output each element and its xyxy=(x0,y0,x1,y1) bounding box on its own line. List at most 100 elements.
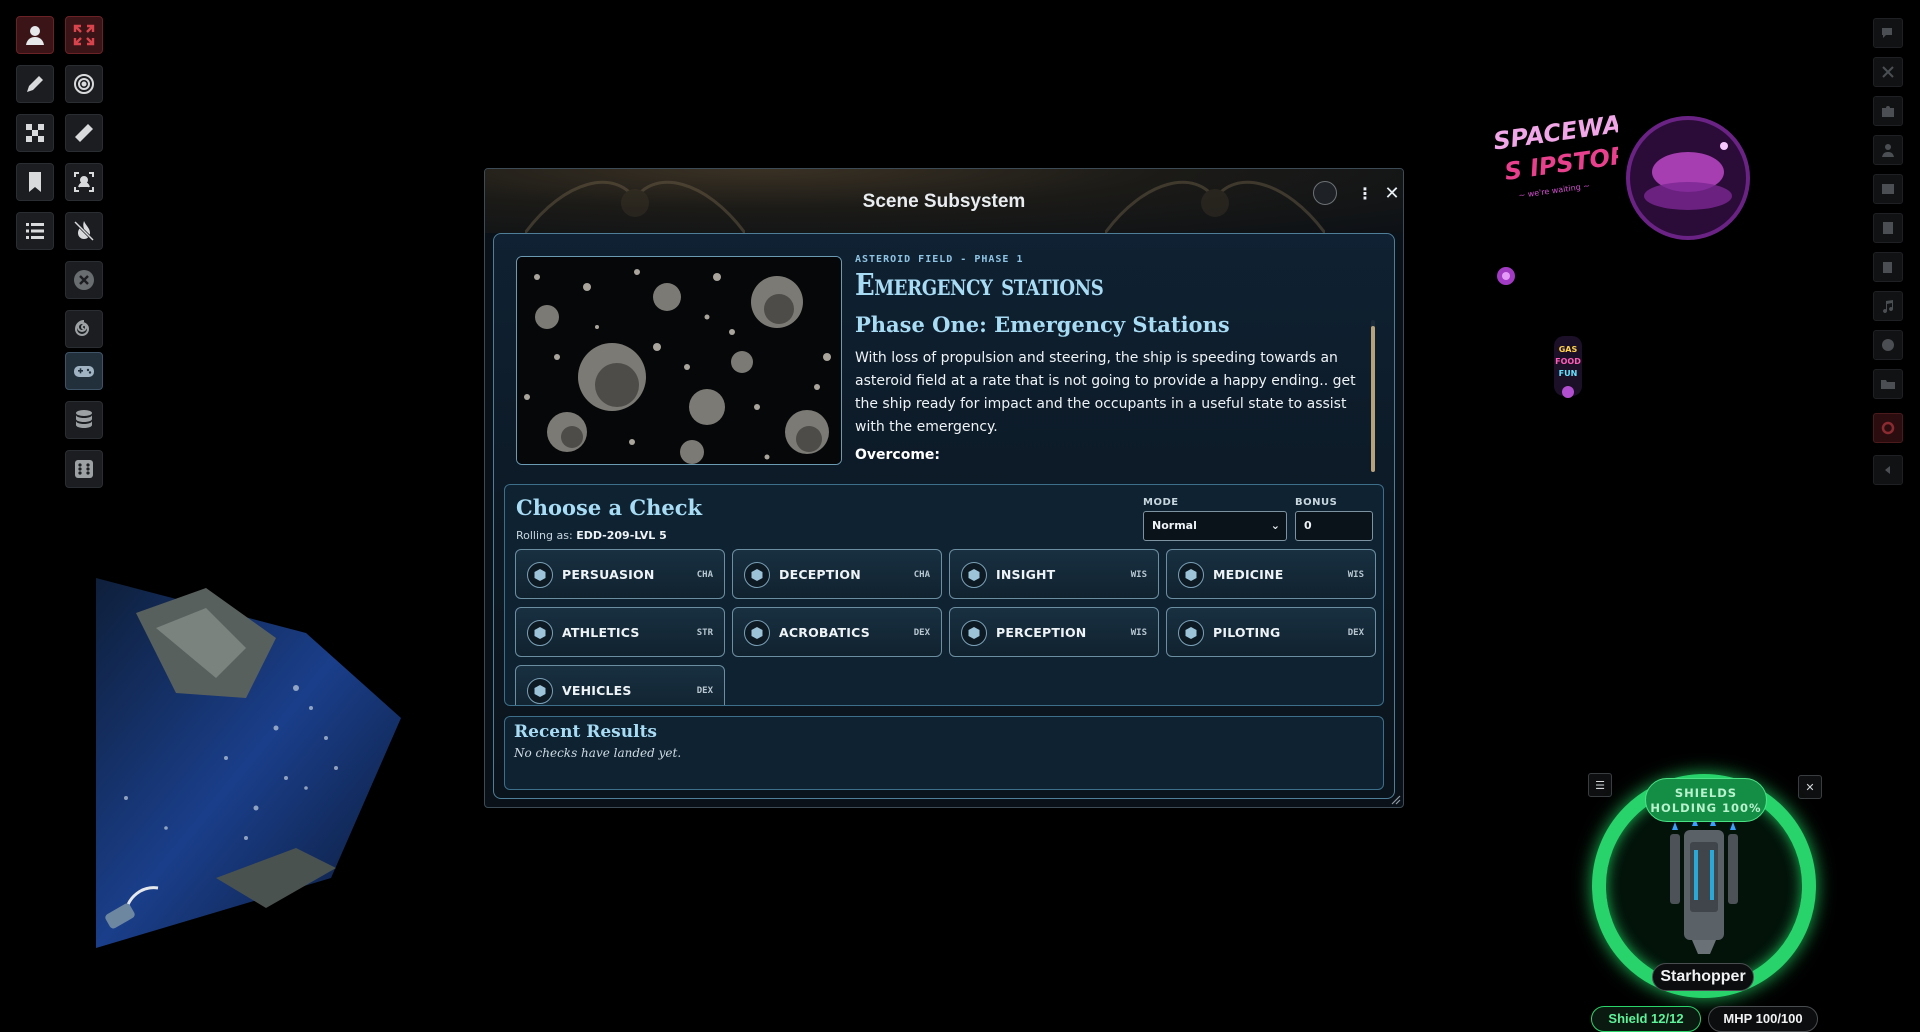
database-tool[interactable] xyxy=(65,401,103,439)
skill-name: INSIGHT xyxy=(996,567,1056,582)
scene-description-area[interactable]: Phase One: Emergency Stations With loss … xyxy=(855,312,1365,472)
dice-tool[interactable] xyxy=(65,450,103,488)
skill-ability: CHA xyxy=(696,570,713,580)
skill-persuasion-button[interactable]: PERSUASION CHA xyxy=(515,549,725,599)
d20-icon xyxy=(961,562,987,588)
skill-acrobatics-button[interactable]: ACROBATICS DEX xyxy=(732,607,942,657)
mhp-stat-badge: MHP 100/100 xyxy=(1708,1006,1818,1032)
target-tool[interactable] xyxy=(65,65,103,103)
region-tool[interactable] xyxy=(65,163,103,201)
shield-status-line1: SHIELDS xyxy=(1674,786,1738,800)
swords-icon xyxy=(1882,66,1894,78)
folder-tab[interactable] xyxy=(1873,369,1903,399)
skill-vehicles-button[interactable]: VEHICLES DEX xyxy=(515,665,725,705)
tiles-tool[interactable] xyxy=(16,114,54,152)
gamepad-tool[interactable] xyxy=(65,352,103,390)
svg-text:GAS: GAS xyxy=(1559,345,1578,354)
actors-tab[interactable] xyxy=(1873,135,1903,165)
window-menu-button[interactable]: ⋮ xyxy=(1353,181,1377,205)
atlas-icon xyxy=(1882,339,1894,351)
collapse-tab[interactable] xyxy=(1873,455,1903,485)
skill-piloting-button[interactable]: PILOTING DEX xyxy=(1166,607,1376,657)
hide-effects-tool[interactable] xyxy=(65,212,103,250)
scene-subsystem-window: Scene Subsystem ⋮ ✕ ASTEROID FIELD - PHA… xyxy=(484,168,1404,808)
settings-tab[interactable] xyxy=(1873,413,1903,443)
items-tab[interactable] xyxy=(1873,174,1903,204)
fullscreen-tool[interactable] xyxy=(65,16,103,54)
spaceway-stop-sign-art: SPACEWAY S IPSTOP ~ we're waiting ~ xyxy=(1492,107,1618,200)
rolling-label: Rolling as: xyxy=(516,529,573,542)
expand-icon xyxy=(73,24,95,46)
journal-tab[interactable] xyxy=(1873,213,1903,243)
mode-label: MODE xyxy=(1143,497,1179,508)
skill-name: ATHLETICS xyxy=(562,625,640,640)
pencil-icon xyxy=(27,76,43,92)
group-select-icon xyxy=(74,172,94,192)
bonus-input[interactable]: 0 xyxy=(1295,511,1373,541)
skill-medicine-button[interactable]: MEDICINE WIS xyxy=(1166,549,1376,599)
recent-results-panel: Recent Results No checks have landed yet… xyxy=(504,716,1384,790)
resize-handle-icon[interactable] xyxy=(1389,793,1401,805)
list-tool[interactable] xyxy=(16,212,54,250)
combat-tab[interactable] xyxy=(1873,57,1903,87)
window-header[interactable]: Scene Subsystem ⋮ ✕ xyxy=(485,169,1403,233)
svg-text:FUN: FUN xyxy=(1559,369,1578,378)
window-content: ASTEROID FIELD - PHASE 1 Emergency stati… xyxy=(493,233,1395,799)
skill-insight-button[interactable]: INSIGHT WIS xyxy=(949,549,1159,599)
skill-ability: DEX xyxy=(696,686,713,696)
dice-icon xyxy=(75,460,93,478)
close-button[interactable]: ✕ xyxy=(1380,181,1403,205)
gamepad-icon xyxy=(74,366,94,377)
chat-tab[interactable] xyxy=(1873,18,1903,48)
skill-name: PERSUASION xyxy=(562,567,655,582)
compendium-tab[interactable] xyxy=(1873,330,1903,360)
drawing-tool[interactable] xyxy=(16,65,54,103)
spiral-tool[interactable] xyxy=(65,310,103,348)
d20-icon xyxy=(527,620,553,646)
close-circle-icon xyxy=(74,270,94,290)
chat-icon xyxy=(1882,28,1892,38)
puzzle-tab[interactable] xyxy=(1873,96,1903,126)
spiral-icon xyxy=(74,320,89,336)
d20-icon xyxy=(1178,620,1204,646)
skill-name: VEHICLES xyxy=(562,683,632,698)
shield-status-badge: SHIELDS HOLDING 100% xyxy=(1645,778,1767,822)
skill-deception-button[interactable]: DECEPTION CHA xyxy=(732,549,942,599)
skill-athletics-button[interactable]: ATHLETICS STR xyxy=(515,607,725,657)
skill-perception-button[interactable]: PERCEPTION WIS xyxy=(949,607,1159,657)
tables-tab[interactable] xyxy=(1873,252,1903,282)
check-title: Choose a Check xyxy=(516,495,703,520)
scene-scrollbar-thumb[interactable] xyxy=(1371,326,1375,472)
bonus-label: BONUS xyxy=(1295,497,1338,508)
scene-description: With loss of propulsion and steering, th… xyxy=(855,350,1356,435)
minimize-button[interactable] xyxy=(1313,181,1337,205)
ruler-icon xyxy=(75,124,93,142)
mode-value: Normal xyxy=(1152,519,1197,532)
hud-close-button[interactable]: ✕ xyxy=(1798,775,1822,799)
notes-tool[interactable] xyxy=(16,163,54,201)
chevron-down-icon: ⌄ xyxy=(1270,519,1280,532)
d20-icon xyxy=(527,562,553,588)
mode-select[interactable]: Normal ⌄ xyxy=(1143,511,1287,541)
d20-icon xyxy=(1178,562,1204,588)
purple-orb-art xyxy=(1497,267,1515,285)
caret-left-icon xyxy=(1885,466,1890,474)
close-icon: ✕ xyxy=(1384,182,1400,204)
puzzle-icon xyxy=(1882,106,1894,117)
playlists-tab[interactable] xyxy=(1873,291,1903,321)
recent-results-title: Recent Results xyxy=(514,722,657,742)
bookmark-icon xyxy=(29,172,41,192)
ruler-tool[interactable] xyxy=(65,114,103,152)
skill-ability: WIS xyxy=(1130,628,1147,638)
clear-tool[interactable] xyxy=(65,261,103,299)
hud-menu-button[interactable]: ☰ xyxy=(1588,773,1612,797)
book-icon xyxy=(1882,184,1894,194)
skill-name: DECEPTION xyxy=(779,567,861,582)
skill-ability: DEX xyxy=(913,628,930,638)
svg-text:FOOD: FOOD xyxy=(1555,357,1581,366)
rolling-as: Rolling as: EDD-209-LVL 5 xyxy=(516,529,667,542)
user-icon xyxy=(1882,144,1894,157)
token-controls-tool[interactable] xyxy=(16,16,54,54)
hamburger-icon: ☰ xyxy=(1595,778,1605,792)
music-icon xyxy=(1883,300,1894,314)
